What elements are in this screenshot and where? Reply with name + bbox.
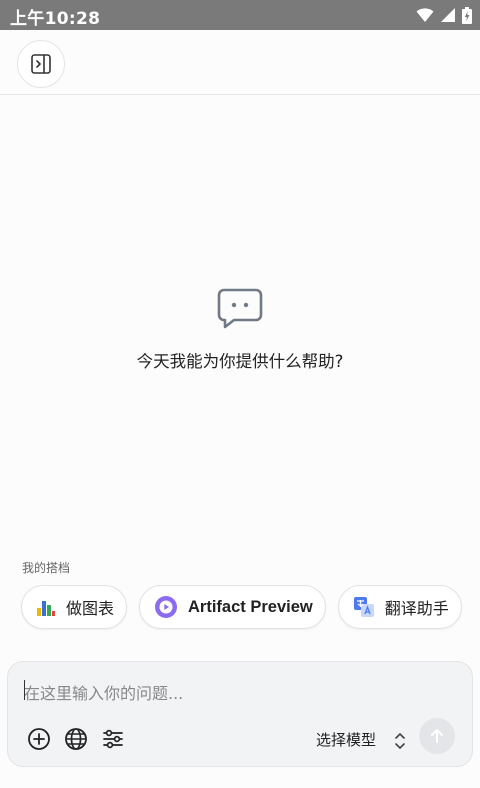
empty-state: 今天我能为你提供什么帮助? bbox=[0, 288, 480, 372]
add-icon bbox=[28, 728, 50, 750]
signal-icon bbox=[441, 8, 455, 22]
chat-bubble-icon bbox=[217, 288, 263, 329]
partner-chip-label: 翻译助手 bbox=[384, 599, 449, 618]
partner-chip-artifact-preview[interactable]: Artifact Preview bbox=[139, 585, 326, 629]
send-button[interactable] bbox=[419, 718, 455, 754]
translate-icon bbox=[353, 597, 374, 617]
web-search-button[interactable] bbox=[63, 726, 89, 752]
wifi-icon bbox=[416, 8, 434, 22]
sliders-icon bbox=[103, 729, 123, 749]
battery-icon bbox=[462, 6, 472, 24]
status-time: 上午10:28 bbox=[10, 9, 101, 29]
sidebar-toggle-button[interactable] bbox=[17, 40, 65, 88]
globe-icon bbox=[65, 728, 87, 750]
status-icons bbox=[416, 6, 472, 24]
arrow-up-icon bbox=[431, 729, 443, 743]
partner-chip-translate[interactable]: 翻译助手 bbox=[337, 585, 462, 629]
play-circle-icon bbox=[155, 596, 178, 618]
partners-label: 我的搭档 bbox=[22, 561, 71, 575]
partner-chip-label: Artifact Preview bbox=[188, 597, 313, 616]
partner-chip-chart[interactable]: 做图表 bbox=[21, 585, 128, 629]
message-input[interactable]: 在这里输入你的问题... bbox=[24, 680, 183, 704]
empty-state-text: 今天我能为你提供什么帮助? bbox=[136, 352, 344, 371]
bar-chart-icon bbox=[37, 601, 55, 616]
partner-chips: 做图表 Artifact Preview 翻译助手 bbox=[21, 585, 462, 629]
partner-chip-label: 做图表 bbox=[66, 599, 115, 618]
model-select[interactable]: 选择模型 bbox=[316, 729, 376, 750]
settings-button[interactable] bbox=[100, 726, 126, 752]
top-bar bbox=[0, 30, 480, 95]
chevron-up-down-icon[interactable] bbox=[392, 730, 408, 752]
sidebar-toggle-icon bbox=[31, 54, 51, 74]
add-button[interactable] bbox=[26, 726, 52, 752]
status-bar: 上午10:28 bbox=[0, 0, 480, 30]
text-caret bbox=[24, 680, 25, 700]
message-composer[interactable]: 在这里输入你的问题... 选择模型 bbox=[7, 661, 473, 767]
